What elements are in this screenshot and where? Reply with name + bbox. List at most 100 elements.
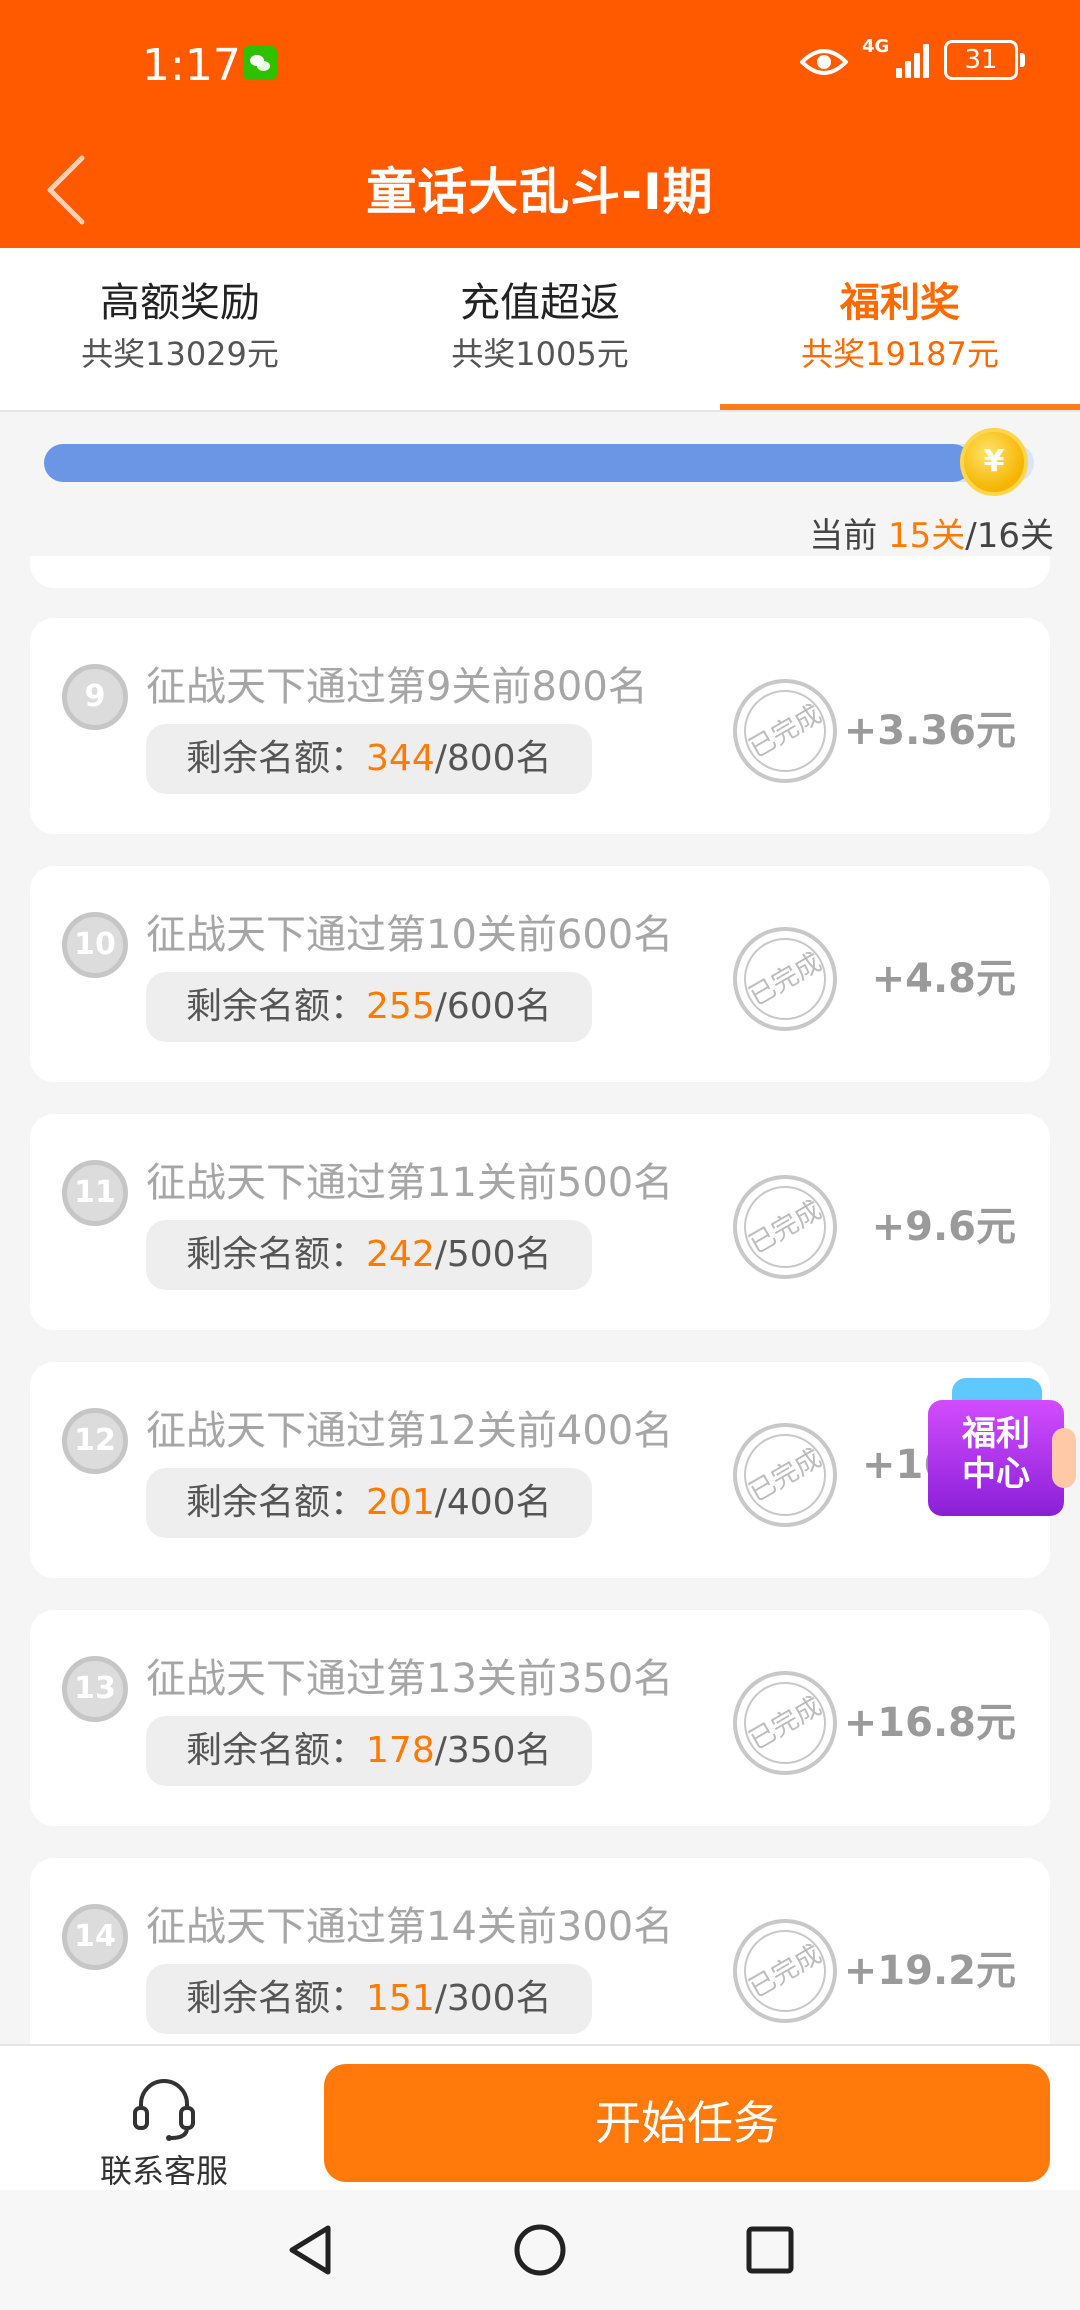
- status-bar: 1:17 4G 31: [0, 30, 1080, 100]
- quota-remaining: 201: [366, 1482, 435, 1523]
- bottom-action-bar: 联系客服 开始任务: [0, 2044, 1080, 2190]
- reward-amount: +9.6元: [871, 1204, 1016, 1250]
- list-item: 10 征战天下通过第10关前600名 剩余名额：255/600名 已完成 +4.…: [30, 866, 1050, 1082]
- quota-box: 剩余名额：255/600名: [146, 972, 592, 1042]
- quota-total: /500名: [434, 1234, 552, 1275]
- quota-remaining: 344: [366, 738, 435, 779]
- completed-stamp-icon: 已完成: [733, 927, 837, 1031]
- customer-service-label: 联系客服: [99, 2152, 228, 2190]
- list-item: 11 征战天下通过第11关前500名 剩余名额：242/500名 已完成 +9.…: [30, 1114, 1050, 1330]
- nav-home-icon[interactable]: [510, 2220, 570, 2280]
- task-title: 征战天下通过第10关前600名: [146, 912, 674, 958]
- tab-sub: 共奖1005元: [451, 335, 629, 373]
- task-number: 11: [62, 1160, 128, 1226]
- quota-label: 剩余名额：: [186, 986, 367, 1027]
- tab-label: 福利奖: [840, 280, 960, 326]
- welfare-center-button[interactable]: 福利 中心: [928, 1378, 1076, 1518]
- task-number: 10: [62, 912, 128, 978]
- task-number: 14: [62, 1904, 128, 1970]
- tab-high-reward[interactable]: 高额奖励 共奖13029元: [0, 278, 360, 376]
- quota-total: /600名: [434, 986, 552, 1027]
- coin-icon: ¥: [960, 428, 1028, 496]
- task-number: 12: [62, 1408, 128, 1474]
- list-item: 13 征战天下通过第13关前350名 剩余名额：178/350名 已完成 +16…: [30, 1610, 1050, 1826]
- quota-box: 剩余名额：178/350名: [146, 1716, 592, 1786]
- quota-box: 剩余名额：242/500名: [146, 1220, 592, 1290]
- task-title: 征战天下通过第12关前400名: [146, 1408, 674, 1454]
- quota-total: /350名: [434, 1730, 552, 1771]
- reward-amount: +16.8元: [843, 1700, 1016, 1746]
- tab-sub: 共奖13029元: [81, 335, 279, 373]
- wechat-notification-icon: [243, 46, 277, 80]
- reward-tabs: 高额奖励 共奖13029元 充值超返 共奖1005元 福利奖 共奖19187元: [0, 248, 1080, 412]
- app-header: 1:17 4G 31 童话大乱斗-I期: [0, 0, 1080, 248]
- quota-box: 剩余名额：201/400名: [146, 1468, 592, 1538]
- task-title: 征战天下通过第13关前350名: [146, 1656, 674, 1702]
- list-item: 9 征战天下通过第9关前800名 剩余名额：344/800名 已完成 +3.36…: [30, 618, 1050, 834]
- reward-amount: +19.2元: [843, 1948, 1016, 1994]
- stamp-text: 已完成: [744, 699, 827, 764]
- eye-icon: [800, 49, 848, 75]
- quota-label: 剩余名额：: [186, 1730, 367, 1771]
- welfare-line2: 中心: [962, 1454, 1030, 1494]
- nav-back-icon[interactable]: [280, 2220, 340, 2280]
- quota-label: 剩余名额：: [186, 1482, 367, 1523]
- completed-stamp-icon: 已完成: [733, 1175, 837, 1279]
- stamp-text: 已完成: [744, 1939, 827, 2004]
- list-item: 14 征战天下通过第14关前300名 剩余名额：151/300名 已完成 +19…: [30, 1858, 1050, 2044]
- current-prefix: 当前: [809, 516, 889, 556]
- stamp-text: 已完成: [744, 1443, 827, 1508]
- headset-icon: [133, 2079, 195, 2141]
- stamp-text: 已完成: [744, 947, 827, 1012]
- reward-amount: +4.8元: [871, 956, 1016, 1002]
- task-number: 13: [62, 1656, 128, 1722]
- task-list[interactable]: 9 征战天下通过第9关前800名 剩余名额：344/800名 已完成 +3.36…: [0, 556, 1080, 2044]
- hand-icon: [1052, 1428, 1076, 1488]
- list-item: [30, 556, 1050, 588]
- network-type: 4G: [862, 36, 890, 57]
- task-title: 征战天下通过第9关前800名: [146, 664, 648, 710]
- active-tab-indicator: [720, 404, 1080, 410]
- signal-icon: [896, 44, 930, 78]
- tab-sub: 共奖19187元: [801, 335, 999, 373]
- tab-recharge-return[interactable]: 充值超返 共奖1005元: [360, 278, 720, 376]
- tab-label: 充值超返: [460, 280, 620, 326]
- reward-amount: +3.36元: [843, 708, 1016, 754]
- quota-label: 剩余名额：: [186, 1234, 367, 1275]
- customer-service-button[interactable]: 联系客服: [84, 2072, 244, 2192]
- completed-stamp-icon: 已完成: [733, 1671, 837, 1775]
- nav-recents-icon[interactable]: [740, 2220, 800, 2280]
- stamp-text: 已完成: [744, 1691, 827, 1756]
- quota-box: 剩余名额：151/300名: [146, 1964, 592, 2034]
- stamp-text: 已完成: [744, 1195, 827, 1260]
- start-task-button[interactable]: 开始任务: [324, 2064, 1050, 2182]
- status-time: 1:17: [142, 40, 241, 91]
- quota-total: /800名: [434, 738, 552, 779]
- current-level: 当前 15关/16关: [809, 508, 1054, 557]
- list-item: 12 征战天下通过第12关前400名 剩余名额：201/400名 已完成 +16: [30, 1362, 1050, 1578]
- progress-fill: [44, 444, 973, 482]
- welfare-line1: 福利: [962, 1414, 1030, 1454]
- current-level-value: 15关: [888, 516, 966, 556]
- total-levels: /16关: [965, 516, 1054, 556]
- completed-stamp-icon: 已完成: [733, 679, 837, 783]
- system-nav-bar: [0, 2190, 1080, 2310]
- battery-icon: 31: [944, 40, 1025, 80]
- quota-total: /300名: [434, 1978, 552, 2019]
- quota-remaining: 242: [366, 1234, 435, 1275]
- completed-stamp-icon: 已完成: [733, 1919, 837, 2023]
- task-title: 征战天下通过第11关前500名: [146, 1160, 674, 1206]
- welfare-center-label: 福利 中心: [928, 1400, 1064, 1516]
- quota-box: 剩余名额：344/800名: [146, 724, 592, 794]
- quota-remaining: 255: [366, 986, 435, 1027]
- quota-remaining: 178: [366, 1730, 435, 1771]
- level-progress-bar: [44, 444, 1034, 482]
- completed-stamp-icon: 已完成: [733, 1423, 837, 1527]
- quota-label: 剩余名额：: [186, 738, 367, 779]
- task-number: 9: [62, 664, 128, 730]
- tab-welfare[interactable]: 福利奖 共奖19187元: [720, 278, 1080, 376]
- quota-remaining: 151: [366, 1978, 435, 2019]
- quota-label: 剩余名额：: [186, 1978, 367, 2019]
- tab-label: 高额奖励: [100, 280, 260, 326]
- page-title: 童话大乱斗-I期: [366, 163, 714, 221]
